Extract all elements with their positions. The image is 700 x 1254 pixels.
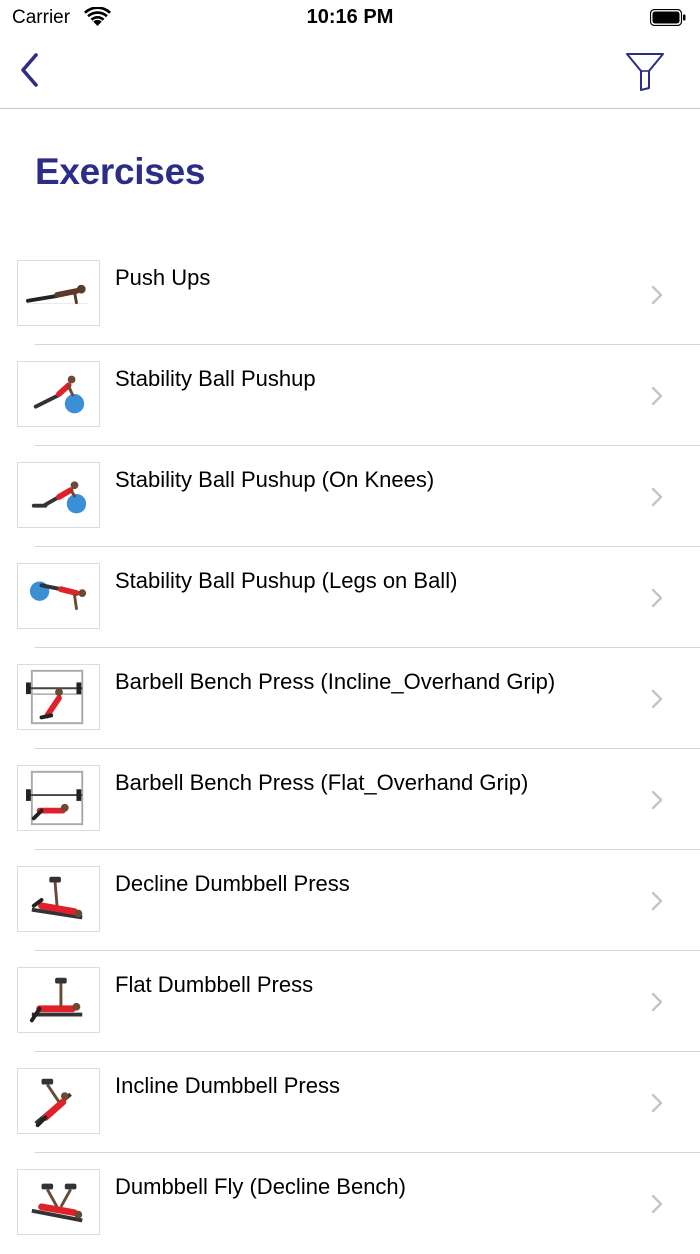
exercise-label: Stability Ball Pushup (Legs on Ball) (115, 568, 458, 593)
exercise-row-stability-ball-pushup[interactable]: Stability Ball Pushup (0, 345, 700, 446)
chevron-right-icon (651, 588, 663, 608)
exercise-thumbnail (17, 866, 100, 932)
exercise-thumbnail (17, 563, 100, 629)
exercise-thumbnail (17, 361, 100, 427)
chevron-right-icon (651, 891, 663, 911)
page-title: Exercises (35, 151, 206, 192)
exercise-label: Barbell Bench Press (Incline_Overhand Gr… (115, 669, 556, 694)
exercise-row-barbell-bench-flat[interactable]: Barbell Bench Press (Flat_Overhand Grip) (0, 749, 700, 850)
filter-button[interactable] (622, 50, 668, 94)
exercise-label: Decline Dumbbell Press (115, 871, 350, 896)
chevron-right-icon (651, 487, 663, 507)
chevron-right-icon (651, 1093, 663, 1113)
exercise-list: Push Ups Stability Ball Pushup Stability… (0, 244, 700, 1254)
filter-funnel-icon (626, 53, 664, 91)
navigation-bar (0, 36, 700, 109)
exercise-row-dumbbell-fly-decline[interactable]: Dumbbell Fly (Decline Bench) (0, 1153, 700, 1254)
exercise-row-stability-ball-pushup-legs[interactable]: Stability Ball Pushup (Legs on Ball) (0, 547, 700, 648)
exercise-label: Push Ups (115, 265, 211, 290)
exercise-thumbnail (17, 664, 100, 730)
status-bar: Carrier 10:16 PM (0, 0, 700, 36)
exercise-thumbnail (17, 1068, 100, 1134)
chevron-right-icon (651, 386, 663, 406)
chevron-right-icon (651, 689, 663, 709)
exercise-row-decline-dumbbell-press[interactable]: Decline Dumbbell Press (0, 850, 700, 951)
exercise-thumbnail (17, 462, 100, 528)
exercise-thumbnail (17, 967, 100, 1033)
exercise-thumbnail (17, 765, 100, 831)
chevron-right-icon (651, 1194, 663, 1214)
exercise-label: Stability Ball Pushup (115, 366, 316, 391)
chevron-right-icon (651, 285, 663, 305)
exercise-row-push-ups[interactable]: Push Ups (0, 244, 700, 345)
exercise-label: Incline Dumbbell Press (115, 1073, 340, 1098)
exercise-thumbnail (17, 1169, 100, 1235)
exercise-label: Dumbbell Fly (Decline Bench) (115, 1174, 406, 1199)
exercise-label: Stability Ball Pushup (On Knees) (115, 467, 435, 492)
chevron-right-icon (651, 992, 663, 1012)
exercise-thumbnail (17, 260, 100, 326)
chevron-left-icon (21, 53, 38, 87)
back-button[interactable] (14, 50, 48, 90)
exercise-row-flat-dumbbell-press[interactable]: Flat Dumbbell Press (0, 951, 700, 1052)
exercise-label: Barbell Bench Press (Flat_Overhand Grip) (115, 770, 529, 795)
status-time: 10:16 PM (306, 6, 394, 28)
exercise-row-barbell-bench-incline[interactable]: Barbell Bench Press (Incline_Overhand Gr… (0, 648, 700, 749)
chevron-right-icon (651, 790, 663, 810)
exercise-row-incline-dumbbell-press[interactable]: Incline Dumbbell Press (0, 1052, 700, 1153)
exercise-label: Flat Dumbbell Press (115, 972, 314, 997)
exercise-row-stability-ball-pushup-knees[interactable]: Stability Ball Pushup (On Knees) (0, 446, 700, 547)
battery-icon (650, 9, 686, 26)
